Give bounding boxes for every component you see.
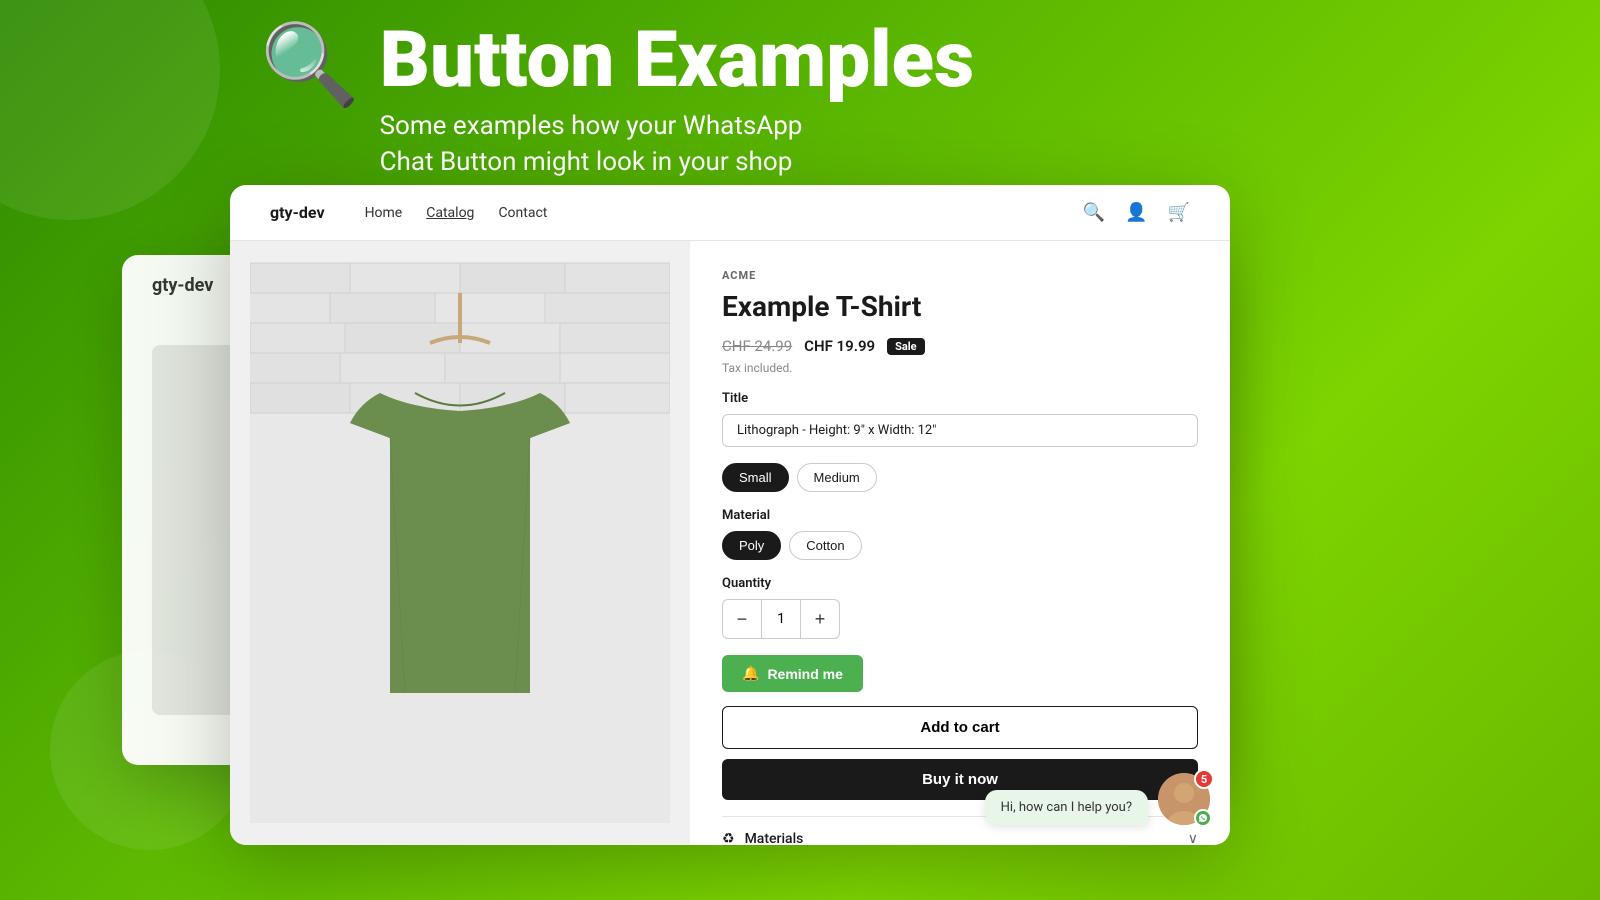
product-title: Example T-Shirt xyxy=(722,290,1198,323)
search-icon[interactable]: 🔍 xyxy=(1083,202,1105,223)
product-image-wrap xyxy=(230,241,690,845)
material-label: Material xyxy=(722,508,1198,523)
materials-icon: ♻ xyxy=(722,831,735,845)
price-row: CHF 24.99 CHF 19.99 Sale xyxy=(722,337,1198,355)
material-options: Poly Cotton xyxy=(722,531,1198,560)
navbar-link-contact[interactable]: Contact xyxy=(498,205,547,221)
size-medium-button[interactable]: Medium xyxy=(797,463,877,492)
bell-icon: 🔔 xyxy=(742,665,759,682)
navbar-link-catalog[interactable]: Catalog xyxy=(426,205,474,221)
title-select[interactable]: Lithograph - Height: 9" x Width: 12" xyxy=(722,414,1198,447)
account-icon[interactable]: 👤 xyxy=(1125,202,1147,223)
remind-me-button[interactable]: 🔔 Remind me xyxy=(722,655,863,692)
materials-label: Materials xyxy=(745,831,804,845)
quantity-label: Quantity xyxy=(722,576,1198,591)
product-vendor: ACME xyxy=(722,269,1198,282)
chat-bubble: Hi, how can I help you? xyxy=(985,790,1148,825)
price-original: CHF 24.99 xyxy=(722,337,792,355)
hero-search-icon: 🔍 xyxy=(260,25,360,105)
quantity-increase-button[interactable]: + xyxy=(801,600,839,638)
navbar-icons: 🔍 👤 🛒 xyxy=(1083,202,1190,223)
bg-card-brand: gty-dev xyxy=(152,275,213,296)
navbar-links: Home Catalog Contact xyxy=(365,205,1083,221)
size-small-button[interactable]: Small xyxy=(722,463,789,492)
materials-chevron-icon: ∨ xyxy=(1188,831,1198,845)
chat-whatsapp-icon xyxy=(1194,809,1212,827)
main-card: gty-dev Home Catalog Contact 🔍 👤 🛒 xyxy=(230,185,1230,845)
product-details: ACME Example T-Shirt CHF 24.99 CHF 19.99… xyxy=(690,241,1230,845)
product-area: ACME Example T-Shirt CHF 24.99 CHF 19.99… xyxy=(230,241,1230,845)
navbar-link-home[interactable]: Home xyxy=(365,205,403,221)
cart-icon[interactable]: 🛒 xyxy=(1168,202,1190,223)
hero-title: Button Examples xyxy=(380,20,974,102)
chat-widget[interactable]: Hi, how can I help you? 5 xyxy=(985,773,1210,825)
price-sale: CHF 19.99 xyxy=(804,337,875,355)
title-label: Title xyxy=(722,391,1198,406)
navbar-brand: gty-dev xyxy=(270,203,325,222)
quantity-decrease-button[interactable]: − xyxy=(723,600,761,638)
quantity-control: − 1 + xyxy=(722,599,840,639)
chat-badge: 5 xyxy=(1194,769,1214,789)
chat-avatar-wrap[interactable]: 5 xyxy=(1158,773,1210,825)
product-image xyxy=(250,261,670,825)
material-poly-button[interactable]: Poly xyxy=(722,531,781,560)
material-cotton-button[interactable]: Cotton xyxy=(789,531,861,560)
add-to-cart-button[interactable]: Add to cart xyxy=(722,706,1198,749)
quantity-value: 1 xyxy=(761,600,801,638)
size-options: Small Medium xyxy=(722,463,1198,492)
hero-subtitle: Some examples how your WhatsApp Chat But… xyxy=(380,108,974,181)
sale-badge: Sale xyxy=(887,338,925,355)
tax-note: Tax included. xyxy=(722,361,1198,375)
hero-section: 🔍 Button Examples Some examples how your… xyxy=(260,20,974,181)
navbar: gty-dev Home Catalog Contact 🔍 👤 🛒 xyxy=(230,185,1230,241)
